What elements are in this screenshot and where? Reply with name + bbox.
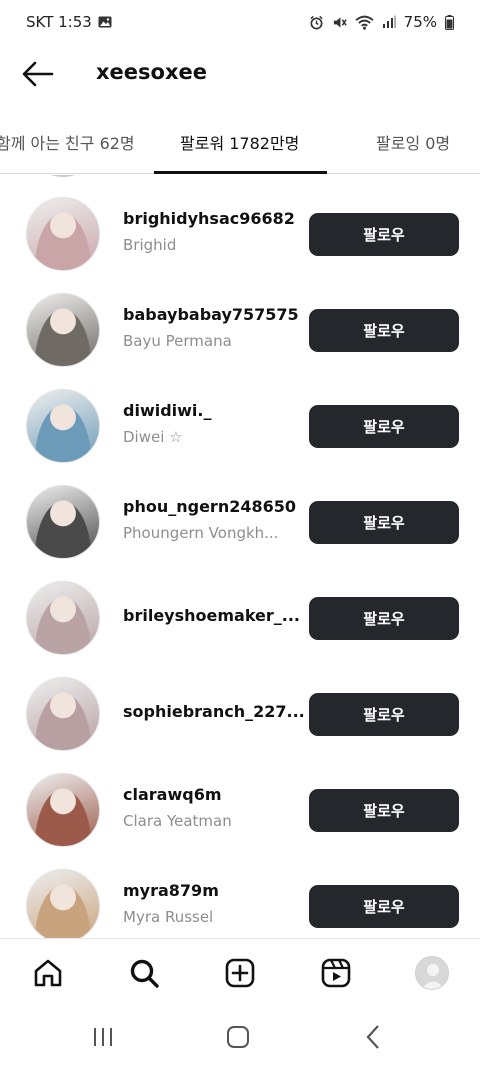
list-item[interactable]: babaybabay757575 Bayu Permana 팔로우 xyxy=(0,271,480,367)
search-icon xyxy=(130,959,159,988)
wifi-icon xyxy=(355,15,374,30)
follow-button[interactable]: 팔로우 xyxy=(309,693,459,736)
username[interactable]: phou_ngern248650 xyxy=(123,497,296,516)
nav-create[interactable] xyxy=(220,953,260,993)
status-left: SKT 1:53 xyxy=(26,13,112,31)
header: xeesoxee xyxy=(0,44,480,104)
username[interactable]: brileyshoemaker_... xyxy=(123,606,300,625)
back-arrow-icon xyxy=(22,61,54,87)
list-item[interactable]: brighidyhsac96682 Brighid 팔로우 xyxy=(0,175,480,271)
mute-icon xyxy=(332,15,347,30)
username[interactable]: clarawq6m xyxy=(123,785,222,804)
full-name: Clara Yeatman xyxy=(123,812,232,830)
system-nav-bar xyxy=(0,1006,480,1067)
tab-mutual-friends[interactable]: 함께 아는 친구 62명 xyxy=(0,130,135,154)
tab-followers[interactable]: 팔로워 1782만명 xyxy=(180,130,299,154)
page-title: xeesoxee xyxy=(96,60,207,84)
avatar[interactable] xyxy=(26,677,100,751)
follow-button[interactable]: 팔로우 xyxy=(309,309,459,352)
avatar[interactable] xyxy=(26,293,100,367)
nav-search[interactable] xyxy=(124,953,164,993)
nav-reels[interactable] xyxy=(316,953,356,993)
system-back-button[interactable] xyxy=(353,1020,393,1054)
full-name: Bayu Permana xyxy=(123,332,232,350)
follow-button[interactable]: 팔로우 xyxy=(309,789,459,832)
list-item[interactable]: myra879m Myra Russel 팔로우 xyxy=(0,847,480,938)
follower-list[interactable]: brighidyhsac96682 Brighid 팔로우 babaybabay… xyxy=(0,175,480,938)
username[interactable]: myra879m xyxy=(123,881,219,900)
full-name: Myra Russel xyxy=(123,908,214,926)
nav-home[interactable] xyxy=(28,953,68,993)
avatar[interactable] xyxy=(26,389,100,463)
avatar[interactable] xyxy=(26,197,100,271)
nav-profile[interactable] xyxy=(412,953,452,993)
battery-percent: 75% xyxy=(403,13,437,31)
username[interactable]: diwidiwi._ xyxy=(123,401,211,420)
back-icon xyxy=(366,1025,379,1049)
list-item[interactable]: clarawq6m Clara Yeatman 팔로우 xyxy=(0,751,480,847)
follow-button[interactable]: 팔로우 xyxy=(309,405,459,448)
battery-icon xyxy=(445,14,454,30)
list-item[interactable]: brileyshoemaker_... 팔로우 xyxy=(0,559,480,655)
follow-button[interactable]: 팔로우 xyxy=(309,885,459,928)
reels-icon xyxy=(321,958,351,988)
avatar[interactable] xyxy=(26,485,100,559)
avatar[interactable] xyxy=(26,581,100,655)
username[interactable]: brighidyhsac96682 xyxy=(123,209,295,228)
profile-avatar-icon xyxy=(415,956,449,990)
username[interactable]: sophiebranch_227... xyxy=(123,702,305,721)
full-name: Diwei ☆ xyxy=(123,428,183,446)
active-tab-indicator xyxy=(154,171,327,174)
bottom-nav xyxy=(0,938,480,1006)
gallery-notification-icon xyxy=(98,16,112,28)
avatar[interactable] xyxy=(26,869,100,938)
tab-bar: 함께 아는 친구 62명 팔로워 1782만명 팔로잉 0명 xyxy=(0,116,480,174)
carrier-time: SKT 1:53 xyxy=(26,13,92,31)
full-name: Phoungern Vongkh... xyxy=(123,524,279,542)
list-item[interactable]: diwidiwi._ Diwei ☆ 팔로우 xyxy=(0,367,480,463)
signal-icon xyxy=(382,15,396,29)
recent-apps-button[interactable] xyxy=(83,1020,123,1054)
status-bar: SKT 1:53 75% xyxy=(0,0,480,44)
username[interactable]: babaybabay757575 xyxy=(123,305,299,324)
avatar[interactable] xyxy=(26,773,100,847)
back-button[interactable] xyxy=(20,56,56,92)
follow-button[interactable]: 팔로우 xyxy=(309,597,459,640)
tab-following[interactable]: 팔로잉 0명 xyxy=(376,130,450,154)
recent-apps-icon xyxy=(94,1028,112,1046)
home-button-icon xyxy=(227,1026,249,1048)
list-item[interactable]: sophiebranch_227... 팔로우 xyxy=(0,655,480,751)
list-item[interactable]: phou_ngern248650 Phoungern Vongkh... 팔로우 xyxy=(0,463,480,559)
full-name: Brighid xyxy=(123,236,177,254)
create-icon xyxy=(225,958,255,988)
follow-button[interactable]: 팔로우 xyxy=(309,501,459,544)
system-home-button[interactable] xyxy=(218,1020,258,1054)
alarm-icon xyxy=(309,15,324,30)
status-right: 75% xyxy=(309,13,454,31)
home-icon xyxy=(34,959,62,987)
follow-button[interactable]: 팔로우 xyxy=(309,213,459,256)
